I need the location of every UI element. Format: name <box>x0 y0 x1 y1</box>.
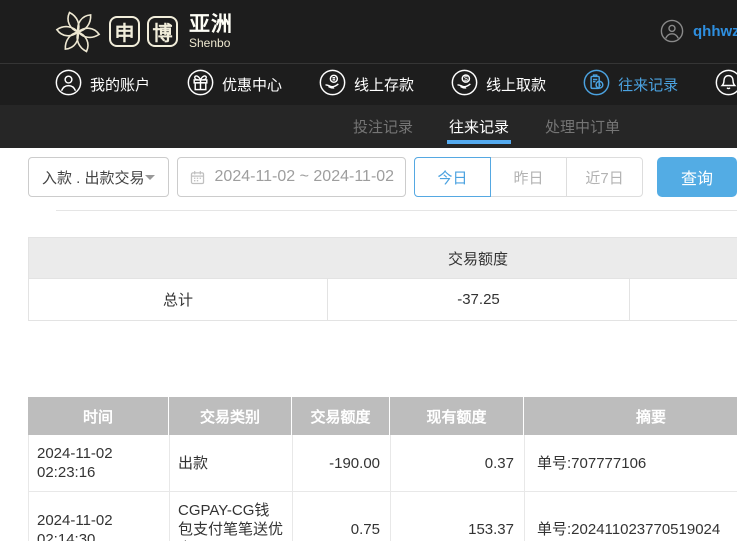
svg-text:$: $ <box>464 74 468 83</box>
last7days-button[interactable]: 近7日 <box>566 157 644 197</box>
logo-subtitle: Shenbo <box>189 36 231 50</box>
nav-item-messages[interactable]: 信息 <box>715 69 737 100</box>
transactions-table: 时间 交易类别 交易额度 现有额度 摘要 2024-11-02 02:23:16… <box>28 397 737 541</box>
deposit-coin-icon <box>319 69 346 100</box>
summary-total-label: 总计 <box>162 292 193 309</box>
summary-amount-header: 交易额度 <box>447 250 508 268</box>
col-header-time: 时间 <box>82 408 113 426</box>
cell-type: 出款 <box>169 435 292 491</box>
date-range-input[interactable]: 2024-11-02 ~ 2024-11-02 <box>176 157 407 197</box>
nav-item-my-account[interactable]: 我的账户 <box>55 69 150 100</box>
summary-table-header: 交易额度 <box>29 238 737 278</box>
yesterday-button[interactable]: 昨日 <box>490 157 568 197</box>
nav-label: 优惠中心 <box>222 77 283 94</box>
today-button[interactable]: 今日 <box>414 157 492 197</box>
tab-bet-records[interactable]: 投注记录 <box>351 105 415 148</box>
summary-header-spacer <box>29 238 327 278</box>
nav-label: 我的账户 <box>90 77 151 94</box>
cell-summary: 单号:707777106 <box>524 435 737 491</box>
cell-time: 2024-11-02 02:23:16 <box>37 445 113 481</box>
nav-item-promotions[interactable]: 优惠中心 <box>187 69 282 100</box>
summary-header-spacer <box>629 238 737 278</box>
nav-label: 线上存款 <box>354 77 415 94</box>
user-icon <box>55 69 82 100</box>
tab-pending-orders[interactable]: 处理中订单 <box>543 105 622 148</box>
withdraw-coin-icon: $ <box>451 69 478 100</box>
cell-amount: 0.75 <box>292 492 390 541</box>
user-area: qhhwz <box>660 19 737 43</box>
filter-section: 入款 . 出款交易 2024-11-02 ~ 2024-11-02 今日 昨日 … <box>0 148 737 211</box>
transaction-type-select[interactable]: 入款 . 出款交易 <box>28 157 169 197</box>
col-header-amount: 交易额度 <box>291 397 389 435</box>
nav-item-deposit[interactable]: 线上存款 <box>319 69 414 100</box>
summary-table: 交易额度 总计 -37.25 <box>28 237 737 321</box>
transactions-table-header: 时间 交易类别 交易额度 现有额度 摘要 <box>28 397 737 435</box>
logo-region: 亚洲 <box>189 13 233 36</box>
top-header: 申 博 亚洲 Shenbo qhhwz <box>0 0 737 63</box>
cell-type: CGPAY-CG钱包支付笔笔送优惠 <box>169 492 292 541</box>
logo-char-bo: 博 <box>147 16 178 47</box>
transaction-type-value: 入款 . 出款交易 <box>42 169 145 187</box>
logo-text: 亚洲 Shenbo <box>189 14 233 49</box>
date-range-value: 2024-11-02 ~ 2024-11-02 <box>214 168 395 185</box>
cell-amount: -190.00 <box>292 435 390 491</box>
cell-time: 2024-11-02 02:14:30 <box>37 511 113 541</box>
cell-balance: 0.37 <box>390 435 524 491</box>
sub-nav: 投注记录 往来记录 处理中订单 <box>0 105 737 148</box>
section-divider <box>56 210 737 211</box>
col-header-type: 交易类别 <box>168 397 291 435</box>
cell-summary: 单号:202411023770519024 <box>524 492 737 541</box>
brand-logo[interactable]: 申 博 亚洲 Shenbo <box>54 8 233 56</box>
col-header-summary: 摘要 <box>523 397 737 435</box>
tab-transfer-records[interactable]: 往来记录 <box>447 105 512 148</box>
logo-char-shen: 申 <box>109 16 140 47</box>
chevron-down-icon <box>144 174 155 185</box>
search-button[interactable]: 查询 <box>657 157 737 197</box>
table-row: 2024-11-02 02:14:30 CGPAY-CG钱包支付笔笔送优惠 0.… <box>28 492 737 541</box>
nav-item-withdraw[interactable]: $ 线上取款 <box>451 69 546 100</box>
calendar-icon <box>190 170 204 184</box>
nav-item-transfer-records[interactable]: 往来记录 <box>583 69 678 100</box>
table-row: 2024-11-02 02:23:16 出款 -190.00 0.37 单号:7… <box>28 435 737 492</box>
col-header-balance: 现有额度 <box>389 397 523 435</box>
summary-total-row: 总计 -37.25 <box>29 278 737 320</box>
bell-icon <box>715 69 737 100</box>
main-nav: 我的账户 优惠中心 线上存款 $ 线上取款 往来记录 <box>0 63 737 105</box>
username-link[interactable]: qhhwz <box>693 23 737 40</box>
nav-label: 线上取款 <box>486 77 547 94</box>
flower-logo-icon <box>54 8 102 56</box>
transfer-records-icon <box>583 69 610 100</box>
quick-range-group: 今日 昨日 近7日 <box>414 157 644 197</box>
cell-balance: 153.37 <box>390 492 524 541</box>
summary-empty-cell <box>629 279 737 320</box>
summary-total-value: -37.25 <box>327 279 629 320</box>
nav-label: 往来记录 <box>618 77 679 94</box>
avatar-icon <box>660 19 684 43</box>
gift-icon <box>187 69 214 100</box>
